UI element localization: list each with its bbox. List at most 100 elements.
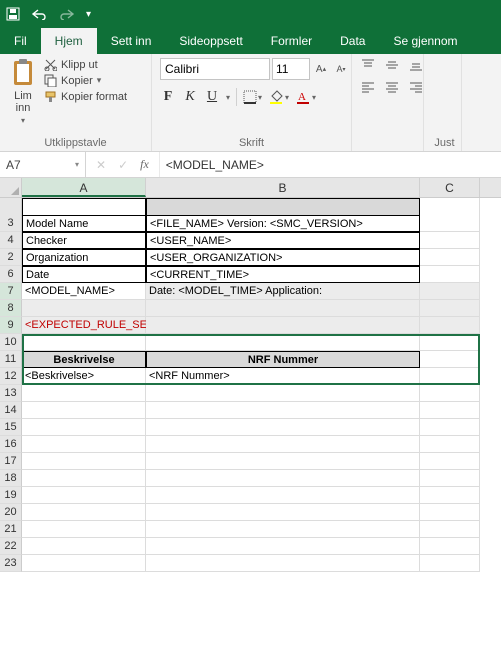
col-header-B[interactable]: B bbox=[146, 178, 420, 197]
spreadsheet-grid[interactable]: A B C 1 ◇ <PNG_IMAGE> ◇ SOLIBRI <REPORT_… bbox=[0, 178, 501, 572]
fx-icon[interactable]: fx bbox=[140, 157, 149, 172]
cell[interactable] bbox=[146, 317, 420, 334]
formula-input[interactable]: <MODEL_NAME> bbox=[160, 158, 501, 172]
tab-pagelayout[interactable]: Sideoppsett bbox=[165, 28, 256, 54]
borders-button[interactable]: ▾ bbox=[243, 90, 262, 104]
cell[interactable] bbox=[420, 368, 480, 385]
font-color-icon: A bbox=[295, 90, 311, 104]
row-header[interactable]: 11 bbox=[0, 351, 22, 368]
active-cell[interactable]: <MODEL_NAME> bbox=[22, 283, 146, 300]
align-left-icon[interactable] bbox=[360, 80, 378, 98]
cell[interactable] bbox=[420, 232, 480, 249]
group-label-just: Just bbox=[432, 135, 457, 149]
align-center-icon[interactable] bbox=[384, 80, 402, 98]
cut-button[interactable]: Klipp ut bbox=[44, 58, 127, 71]
row-header[interactable]: 9 bbox=[0, 317, 22, 334]
font-color-button[interactable]: A ▾ bbox=[295, 90, 316, 104]
cell[interactable] bbox=[22, 300, 146, 317]
align-top-icon[interactable] bbox=[360, 58, 378, 76]
paste-button[interactable]: Lim inn ▾ bbox=[8, 58, 38, 125]
cell[interactable] bbox=[146, 334, 420, 351]
increase-font-icon[interactable]: A▴ bbox=[312, 59, 330, 79]
col-header-C[interactable]: C bbox=[420, 178, 480, 197]
save-icon[interactable] bbox=[6, 7, 20, 21]
row-header[interactable]: 3 bbox=[0, 215, 22, 232]
cell[interactable] bbox=[22, 334, 146, 351]
cell[interactable] bbox=[420, 300, 480, 317]
row-header[interactable]: 14 bbox=[0, 402, 22, 419]
row-header[interactable]: 6 bbox=[0, 266, 22, 283]
cell[interactable]: Organization bbox=[22, 249, 146, 266]
row-header[interactable]: 23 bbox=[0, 555, 22, 572]
align-middle-icon[interactable] bbox=[384, 58, 402, 76]
tab-review[interactable]: Se gjennom bbox=[379, 28, 471, 54]
cell[interactable] bbox=[420, 334, 480, 351]
scissors-icon bbox=[44, 58, 57, 71]
cancel-formula-icon[interactable]: ✕ bbox=[96, 158, 106, 172]
underline-button[interactable]: U bbox=[204, 89, 220, 105]
paste-dropdown-icon[interactable]: ▾ bbox=[21, 116, 25, 125]
cell[interactable] bbox=[420, 249, 480, 266]
font-size-input[interactable] bbox=[272, 58, 310, 80]
cell[interactable]: Checker bbox=[22, 232, 146, 249]
cell[interactable]: <USER_NAME> bbox=[146, 232, 420, 249]
qat-customize-icon[interactable]: ▾ bbox=[86, 9, 91, 20]
cell[interactable]: <EXPECTED_RULE_SETS> bbox=[22, 317, 146, 334]
undo-icon[interactable] bbox=[30, 8, 48, 20]
redo-icon[interactable] bbox=[58, 8, 76, 20]
row-header[interactable]: 22 bbox=[0, 538, 22, 555]
row-header[interactable]: 4 bbox=[0, 232, 22, 249]
table-header[interactable]: Beskrivelse bbox=[22, 351, 146, 368]
tab-insert[interactable]: Sett inn bbox=[97, 28, 166, 54]
row-header[interactable]: 17 bbox=[0, 453, 22, 470]
decrease-font-icon[interactable]: A▾ bbox=[332, 59, 350, 79]
copy-icon bbox=[44, 74, 57, 87]
row-header[interactable]: 7 bbox=[0, 283, 22, 300]
row-header[interactable]: 13 bbox=[0, 385, 22, 402]
cell[interactable] bbox=[420, 283, 480, 300]
cell[interactable] bbox=[420, 351, 480, 368]
row-header[interactable]: 21 bbox=[0, 521, 22, 538]
cell[interactable]: <Beskrivelse> bbox=[22, 368, 146, 385]
row-header[interactable]: 16 bbox=[0, 436, 22, 453]
clipboard-icon bbox=[10, 58, 36, 88]
enter-formula-icon[interactable]: ✓ bbox=[118, 158, 128, 172]
tab-home[interactable]: Hjem bbox=[41, 28, 97, 54]
copy-button[interactable]: Kopier ▾ bbox=[44, 74, 127, 87]
row-header[interactable]: 20 bbox=[0, 504, 22, 521]
bold-button[interactable]: F bbox=[160, 89, 176, 105]
row-header[interactable]: 8 bbox=[0, 300, 22, 317]
row-header[interactable]: 19 bbox=[0, 487, 22, 504]
col-header-A[interactable]: A bbox=[22, 178, 146, 197]
ribbon-tabs: Fil Hjem Sett inn Sideoppsett Formler Da… bbox=[0, 28, 501, 54]
tab-file[interactable]: Fil bbox=[0, 28, 41, 54]
row-header[interactable]: 2 bbox=[0, 249, 22, 266]
cell[interactable] bbox=[420, 317, 480, 334]
titlebar: ▾ bbox=[0, 0, 501, 28]
cell[interactable]: Date: <MODEL_TIME> Application: bbox=[146, 283, 420, 300]
cell[interactable]: Model Name bbox=[22, 215, 146, 232]
row-header[interactable]: 15 bbox=[0, 419, 22, 436]
select-all-corner[interactable] bbox=[0, 178, 22, 197]
cell[interactable]: <USER_ORGANIZATION> bbox=[146, 249, 420, 266]
row-header[interactable]: 10 bbox=[0, 334, 22, 351]
tab-formulas[interactable]: Formler bbox=[257, 28, 326, 54]
cell[interactable] bbox=[420, 266, 480, 283]
cell[interactable]: <CURRENT_TIME> bbox=[146, 266, 420, 283]
italic-button[interactable]: K bbox=[182, 89, 198, 105]
font-name-input[interactable] bbox=[160, 58, 270, 80]
name-box[interactable]: A7 ▾ bbox=[0, 152, 86, 177]
table-header[interactable]: NRF Nummer bbox=[146, 351, 420, 368]
cell[interactable]: <FILE_NAME> Version: <SMC_VERSION> bbox=[146, 215, 420, 232]
row-header[interactable]: 12 bbox=[0, 368, 22, 385]
cell[interactable]: Date bbox=[22, 266, 146, 283]
cell[interactable]: <NRF Nummer> bbox=[146, 368, 420, 385]
paintbrush-icon bbox=[44, 90, 57, 103]
namebox-dropdown-icon[interactable]: ▾ bbox=[75, 160, 79, 169]
cell[interactable] bbox=[420, 215, 480, 232]
tab-data[interactable]: Data bbox=[326, 28, 379, 54]
format-painter-button[interactable]: Kopier format bbox=[44, 90, 127, 103]
fill-color-button[interactable]: ▾ bbox=[268, 90, 289, 104]
row-header[interactable]: 18 bbox=[0, 470, 22, 487]
cell[interactable] bbox=[146, 300, 420, 317]
